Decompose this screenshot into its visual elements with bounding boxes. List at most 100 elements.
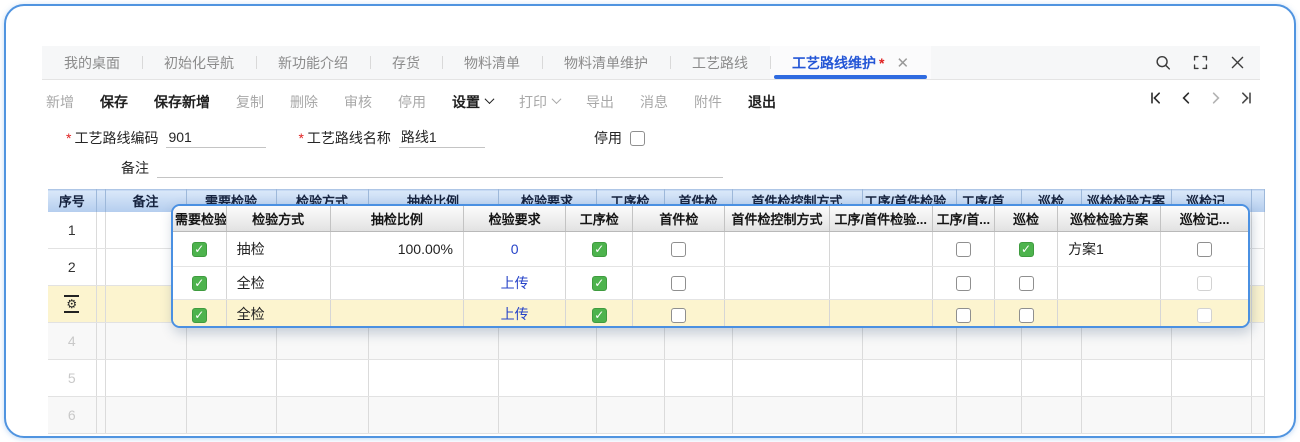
- route-code-input[interactable]: [166, 129, 266, 148]
- header-sample-ratio[interactable]: 抽检比例: [330, 206, 463, 231]
- cell-process-check[interactable]: [566, 231, 633, 266]
- row-number[interactable]: ⚙: [48, 286, 96, 323]
- header-patrol-plan[interactable]: 巡检检验方案: [1058, 206, 1161, 231]
- checkbox[interactable]: [956, 242, 971, 257]
- checkbox[interactable]: [1019, 308, 1034, 323]
- checkbox[interactable]: [592, 276, 607, 291]
- prev-record-icon[interactable]: [1178, 90, 1194, 106]
- next-record-icon[interactable]: [1208, 90, 1224, 106]
- requirement-link[interactable]: 上传: [501, 275, 529, 291]
- checkbox[interactable]: [956, 276, 971, 291]
- table-row[interactable]: 4: [48, 323, 1264, 360]
- header-process-check[interactable]: 工序检: [566, 206, 633, 231]
- header-check-requirement[interactable]: 检验要求: [464, 206, 566, 231]
- cell-first-control[interactable]: [725, 299, 829, 328]
- cell-proc-first-plan[interactable]: [829, 231, 932, 266]
- cell-first-check[interactable]: [633, 299, 725, 328]
- cell-patrol[interactable]: [994, 231, 1057, 266]
- overlay-row-1[interactable]: 抽检 100.00% 0 方案1: [173, 231, 1248, 266]
- header-proc-first-plan[interactable]: 工序/首件检验...: [829, 206, 932, 231]
- checkbox[interactable]: [192, 276, 207, 291]
- tab-process-route-maintenance[interactable]: 工艺路线维护 * ✕: [770, 46, 931, 79]
- checkbox[interactable]: [1019, 276, 1034, 291]
- cell-check-requirement[interactable]: 0: [464, 231, 566, 266]
- first-record-icon[interactable]: [1148, 90, 1164, 106]
- header-first-control[interactable]: 首件检控制方式: [725, 206, 829, 231]
- toolbar-export-button[interactable]: 导出: [586, 92, 614, 112]
- table-row[interactable]: 6: [48, 397, 1264, 434]
- cell-need-check[interactable]: [173, 231, 226, 266]
- checkbox[interactable]: [592, 242, 607, 257]
- column-drag-overlay[interactable]: 需要检验 检验方式 抽检比例 检验要求 工序检 首件检 首件检控制方式 工序/首…: [171, 204, 1250, 328]
- header-patrol-record[interactable]: 巡检记...: [1161, 206, 1248, 231]
- tab-bom[interactable]: 物料清单: [442, 46, 542, 79]
- checkbox[interactable]: [671, 308, 686, 323]
- cell-patrol-plan[interactable]: [1058, 299, 1161, 328]
- toolbar-delete-button[interactable]: 删除: [290, 92, 318, 112]
- cell-first-control[interactable]: [725, 231, 829, 266]
- checkbox[interactable]: [1197, 276, 1212, 291]
- last-record-icon[interactable]: [1238, 90, 1254, 106]
- requirement-link[interactable]: 上传: [501, 306, 529, 322]
- tab-new-features[interactable]: 新功能介绍: [256, 46, 370, 79]
- row-number[interactable]: 1: [48, 212, 96, 249]
- checkbox[interactable]: [671, 242, 686, 257]
- cell-first-check[interactable]: [633, 231, 725, 266]
- toolbar-settings-button[interactable]: 设置: [452, 92, 493, 112]
- cell-proc-first-plan[interactable]: [829, 299, 932, 328]
- toolbar-exit-button[interactable]: 退出: [748, 92, 776, 112]
- checkbox[interactable]: [592, 308, 607, 323]
- toolbar-print-button[interactable]: 打印: [519, 92, 560, 112]
- toolbar-message-button[interactable]: 消息: [640, 92, 668, 112]
- cell-patrol-record[interactable]: [1161, 231, 1248, 266]
- cell-proc-first[interactable]: [932, 266, 994, 299]
- overlay-row-3-highlighted[interactable]: 全检 上传: [173, 299, 1248, 328]
- toolbar-audit-button[interactable]: 审核: [344, 92, 372, 112]
- close-icon[interactable]: [1229, 54, 1246, 71]
- cell-first-control[interactable]: [725, 266, 829, 299]
- cell-proc-first-plan[interactable]: [829, 266, 932, 299]
- checkbox[interactable]: [1197, 308, 1212, 323]
- cell-check-method[interactable]: 全检: [226, 299, 330, 328]
- tab-inventory[interactable]: 存货: [370, 46, 442, 79]
- cell-sample-ratio[interactable]: 100.00%: [330, 231, 463, 266]
- search-icon[interactable]: [1154, 54, 1172, 72]
- checkbox[interactable]: [192, 242, 207, 257]
- toolbar-attachment-button[interactable]: 附件: [694, 92, 722, 112]
- checkbox[interactable]: [1019, 242, 1034, 257]
- header-patrol[interactable]: 巡检: [994, 206, 1057, 231]
- checkbox[interactable]: [956, 308, 971, 323]
- cell-check-method[interactable]: 抽检: [226, 231, 330, 266]
- cell-patrol-record[interactable]: [1161, 299, 1248, 328]
- header-need-check[interactable]: 需要检验: [173, 206, 226, 231]
- cell-patrol-plan[interactable]: [1058, 266, 1161, 299]
- header-seq[interactable]: 序号: [48, 190, 96, 212]
- checkbox[interactable]: [671, 276, 686, 291]
- toolbar-save-new-button[interactable]: 保存新增: [154, 92, 210, 112]
- cell-first-check[interactable]: [633, 266, 725, 299]
- toolbar-copy-button[interactable]: 复制: [236, 92, 264, 112]
- header-first-check[interactable]: 首件检: [633, 206, 725, 231]
- toolbar-add-button[interactable]: 新增: [46, 92, 74, 112]
- cell-patrol-record[interactable]: [1161, 266, 1248, 299]
- tab-init-navigation[interactable]: 初始化导航: [142, 46, 256, 79]
- remark-input[interactable]: [157, 159, 723, 178]
- header-check-method[interactable]: 检验方式: [226, 206, 330, 231]
- cell-patrol-plan[interactable]: 方案1: [1058, 231, 1161, 266]
- tab-process-route[interactable]: 工艺路线: [670, 46, 770, 79]
- maximize-icon[interactable]: [1192, 54, 1209, 71]
- header-proc-first[interactable]: 工序/首...: [932, 206, 994, 231]
- cell-patrol[interactable]: [994, 266, 1057, 299]
- cell-sample-ratio[interactable]: [330, 266, 463, 299]
- cell-proc-first[interactable]: [932, 299, 994, 328]
- cell-check-requirement[interactable]: 上传: [464, 299, 566, 328]
- row-number[interactable]: 2: [48, 249, 96, 286]
- cell-proc-first[interactable]: [932, 231, 994, 266]
- cell-need-check[interactable]: [173, 266, 226, 299]
- tab-bom-maintenance[interactable]: 物料清单维护: [542, 46, 670, 79]
- cell-sample-ratio[interactable]: [330, 299, 463, 328]
- cell-process-check[interactable]: [566, 299, 633, 328]
- overlay-row-2[interactable]: 全检 上传: [173, 266, 1248, 299]
- row-number[interactable]: 5: [48, 360, 96, 397]
- requirement-link[interactable]: 0: [511, 241, 519, 257]
